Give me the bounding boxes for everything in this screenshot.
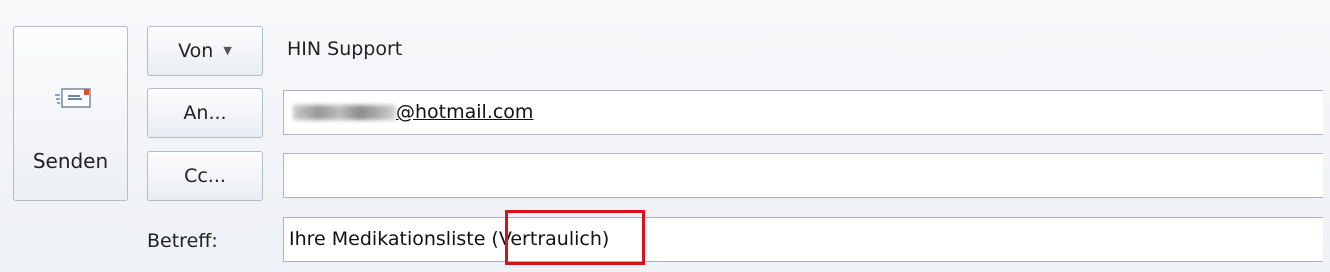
chevron-down-icon: ▼ [223, 44, 232, 57]
to-button-label: An... [183, 102, 227, 124]
subject-text: Ihre Medikationsliste (Vertraulich) [289, 228, 610, 250]
from-button[interactable]: Von ▼ [147, 26, 263, 76]
send-label: Senden [32, 149, 109, 173]
to-button[interactable]: An... [147, 88, 263, 138]
to-field[interactable]: @hotmail.com [283, 90, 1323, 135]
to-recipient-email[interactable]: @hotmail.com [396, 101, 533, 123]
compose-window: Senden Von ▼ HIN Support An... @hotmail.c… [0, 0, 1330, 272]
send-button[interactable]: Senden [13, 26, 128, 201]
cc-button[interactable]: Cc... [147, 151, 263, 201]
send-mail-icon [55, 88, 91, 108]
from-value: HIN Support [287, 38, 403, 60]
subject-label: Betreff: [147, 230, 218, 252]
redacted-email-local-part [293, 105, 396, 120]
cc-button-label: Cc... [184, 165, 226, 187]
subject-field[interactable]: Ihre Medikationsliste (Vertraulich) [283, 217, 1323, 262]
from-button-label: Von [178, 40, 214, 62]
cc-field[interactable] [283, 153, 1323, 198]
